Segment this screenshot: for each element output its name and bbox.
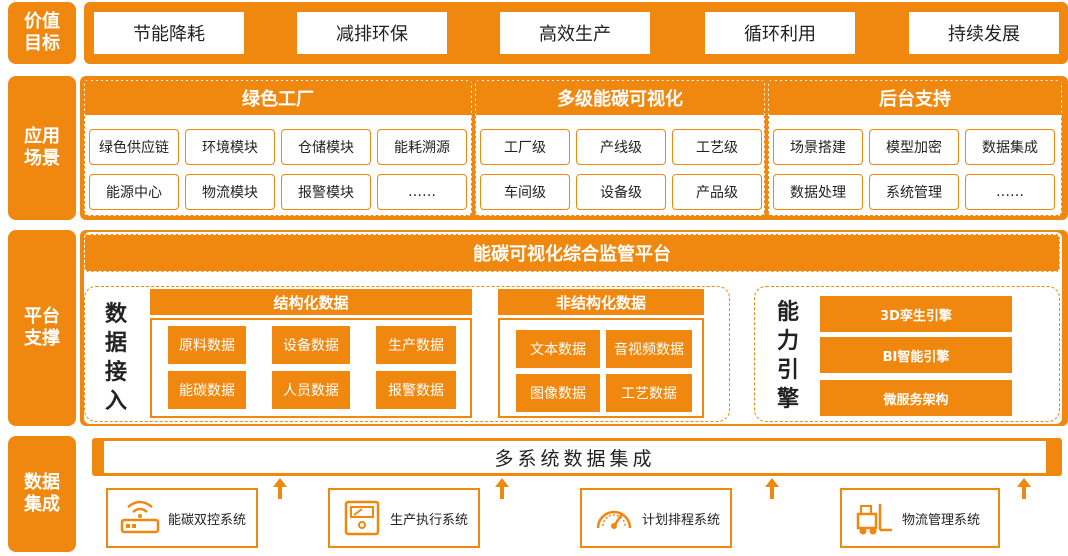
- row-label-app: 应用 场景: [8, 76, 76, 220]
- module-item: 数据处理: [773, 174, 863, 210]
- structured-data-title: 结构化数据: [150, 289, 472, 315]
- unstructured-data-title: 非结构化数据: [498, 289, 704, 315]
- data-chip: 图像数据: [516, 374, 600, 412]
- system-label: 能碳双控系统: [168, 512, 247, 528]
- module-item: 仓储模块: [281, 129, 371, 165]
- unstructured-data-frame: 文本数据 音视频数据 图像数据 工艺数据: [498, 318, 704, 418]
- module-item: 报警模块: [281, 174, 371, 210]
- row-label-line: 应用: [24, 126, 60, 147]
- row-label-line: 支撑: [24, 328, 60, 349]
- row-label-line: 集成: [24, 494, 60, 515]
- module-item: 能源中心: [89, 174, 179, 210]
- capability-char: 能: [776, 300, 799, 325]
- app-panel-backend: 后台支持 场景搭建 模型加密 数据集成 数据处理 系统管理 ……: [768, 80, 1062, 216]
- system-label: 物流管理系统: [902, 512, 981, 528]
- module-item: 场景搭建: [773, 129, 863, 165]
- row-label-platform: 平台 支撑: [8, 230, 76, 426]
- module-item: 设备级: [576, 174, 666, 210]
- system-box: 能碳双控系统: [106, 488, 258, 548]
- meter-icon: [344, 500, 380, 536]
- data-chip: 工艺数据: [606, 374, 692, 412]
- module-item: 产线级: [576, 129, 666, 165]
- module-item: 数据集成: [965, 129, 1055, 165]
- module-item: ……: [377, 174, 467, 210]
- app-panel-green-factory: 绿色工厂 绿色供应链 环境模块 仓储模块 能耗溯源 能源中心 物流模块 报警模块…: [84, 80, 472, 216]
- app-panel-title: 后台支持: [769, 81, 1061, 115]
- row-label-line: 价值: [24, 11, 60, 32]
- data-access-char: 入: [104, 389, 127, 414]
- system-label: 生产执行系统: [390, 512, 469, 528]
- data-access-char: 据: [104, 331, 127, 356]
- router-icon: [120, 500, 160, 534]
- platform-title: 能碳可视化综合监管平台: [84, 234, 1060, 272]
- data-chip: 设备数据: [272, 326, 350, 364]
- app-panel-title: 绿色工厂: [85, 81, 471, 115]
- arrow-up-icon: [495, 478, 509, 499]
- goal-box: 高效生产: [498, 10, 652, 56]
- module-item: 能耗溯源: [377, 129, 467, 165]
- engine-item: 微服务架构: [820, 380, 1012, 416]
- data-chip: 生产数据: [376, 326, 456, 364]
- engine-item: BI智能引擎: [820, 337, 1012, 373]
- module-item: 车间级: [480, 174, 570, 210]
- data-chip: 原料数据: [168, 326, 246, 364]
- module-item: 工艺级: [672, 129, 762, 165]
- forklift-icon: [856, 504, 892, 535]
- integration-title: 多系统数据集成: [104, 441, 1046, 473]
- structured-data-frame: 原料数据 设备数据 生产数据 能碳数据 人员数据 报警数据: [150, 318, 472, 418]
- data-chip: 音视频数据: [606, 330, 692, 368]
- row-label-line: 数据: [24, 472, 60, 493]
- data-chip: 报警数据: [376, 371, 456, 409]
- goal-box: 持续发展: [907, 10, 1061, 56]
- arrow-up-icon: [765, 478, 779, 499]
- data-access-label: 数 据 接 入: [100, 300, 132, 416]
- module-item: 工厂级: [480, 129, 570, 165]
- module-item: ……: [965, 174, 1055, 210]
- system-label: 计划排程系统: [642, 512, 721, 528]
- row-label-data: 数据 集成: [8, 436, 76, 552]
- system-box: 生产执行系统: [328, 488, 480, 548]
- app-panel-title: 多级能碳可视化: [476, 81, 764, 115]
- module-item: 系统管理: [869, 174, 959, 210]
- system-box: 物流管理系统: [840, 488, 1000, 548]
- module-item: 模型加密: [869, 129, 959, 165]
- arrow-up-icon: [273, 478, 287, 499]
- module-item: 产品级: [672, 174, 762, 210]
- row-label-line: 目标: [24, 33, 60, 54]
- data-chip: 文本数据: [516, 330, 600, 368]
- data-access-char: 数: [104, 302, 127, 327]
- goal-box: 节能降耗: [92, 10, 246, 56]
- capability-char: 引: [776, 358, 799, 383]
- goal-box: 减排环保: [295, 10, 449, 56]
- module-item: 环境模块: [185, 129, 275, 165]
- capability-char: 擎: [776, 387, 799, 412]
- module-item: 物流模块: [185, 174, 275, 210]
- gauge-icon: [596, 510, 632, 529]
- row-label-line: 平台: [24, 306, 60, 327]
- system-box: 计划排程系统: [580, 488, 732, 548]
- app-panel-visualization: 多级能碳可视化 工厂级 产线级 工艺级 车间级 设备级 产品级: [475, 80, 765, 216]
- module-item: 绿色供应链: [89, 129, 179, 165]
- row-label-line: 场景: [24, 148, 60, 169]
- row-label-value: 价值 目标: [8, 2, 76, 64]
- capability-char: 力: [776, 329, 799, 354]
- data-chip: 能碳数据: [168, 371, 246, 409]
- engine-item: 3D孪生引擎: [820, 296, 1012, 332]
- arrow-up-icon: [1017, 478, 1031, 499]
- goal-box: 循环利用: [703, 10, 857, 56]
- data-chip: 人员数据: [272, 371, 350, 409]
- data-access-char: 接: [104, 360, 127, 385]
- capability-label: 能 力 引 擎: [772, 298, 804, 414]
